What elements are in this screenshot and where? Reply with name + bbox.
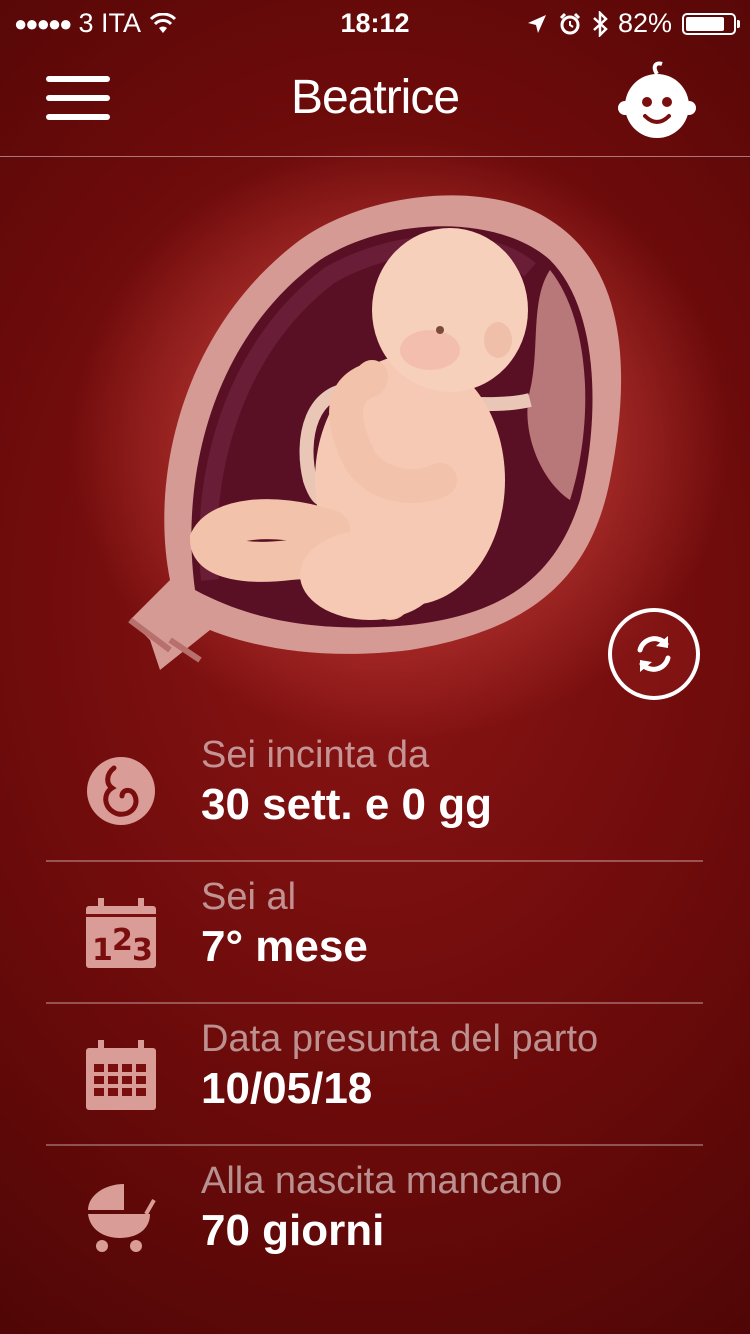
info-row-month: 1 2 3 Sei al 7° mese [46, 862, 703, 1004]
bluetooth-icon [593, 10, 608, 37]
navigation-bar: Beatrice [0, 48, 750, 157]
info-row-days-left: Alla nascita mancano 70 giorni [46, 1146, 703, 1286]
battery-fill [686, 16, 724, 31]
info-list: Sei incinta da 30 sett. e 0 gg 1 2 3 Sei… [46, 720, 703, 1286]
refresh-button[interactable] [608, 608, 700, 700]
alarm-icon [559, 12, 581, 34]
svg-text:2: 2 [112, 923, 133, 958]
status-bar: ●●●●● 3 ITA 18:12 82% [0, 0, 750, 48]
baby-stroller-icon [84, 1180, 158, 1254]
calendar-grid-icon [84, 1038, 158, 1112]
info-label: Sei incinta da [201, 734, 430, 776]
fetus-illustration [110, 180, 630, 680]
svg-text:3: 3 [132, 933, 153, 968]
info-value: 7° mese [201, 922, 368, 971]
info-label: Data presunta del parto [201, 1018, 599, 1060]
refresh-icon [637, 636, 671, 672]
pregnancy-icon [84, 754, 158, 828]
status-right: 82% [526, 8, 740, 39]
svg-text:1: 1 [92, 933, 113, 968]
battery-percent: 82% [617, 8, 672, 38]
info-row-due-date: Data presunta del parto 10/05/18 [46, 1004, 703, 1146]
info-row-pregnancy-weeks: Sei incinta da 30 sett. e 0 gg [46, 720, 703, 862]
calendar-123-icon: 1 2 3 [84, 896, 158, 970]
info-value: 70 giorni [201, 1206, 385, 1255]
location-icon [527, 14, 546, 33]
info-label: Alla nascita mancano [201, 1160, 563, 1202]
baby-face-icon[interactable] [612, 60, 702, 140]
battery-icon [682, 12, 740, 35]
info-value: 10/05/18 [201, 1064, 373, 1113]
info-label: Sei al [201, 876, 297, 918]
info-value: 30 sett. e 0 gg [201, 780, 493, 829]
